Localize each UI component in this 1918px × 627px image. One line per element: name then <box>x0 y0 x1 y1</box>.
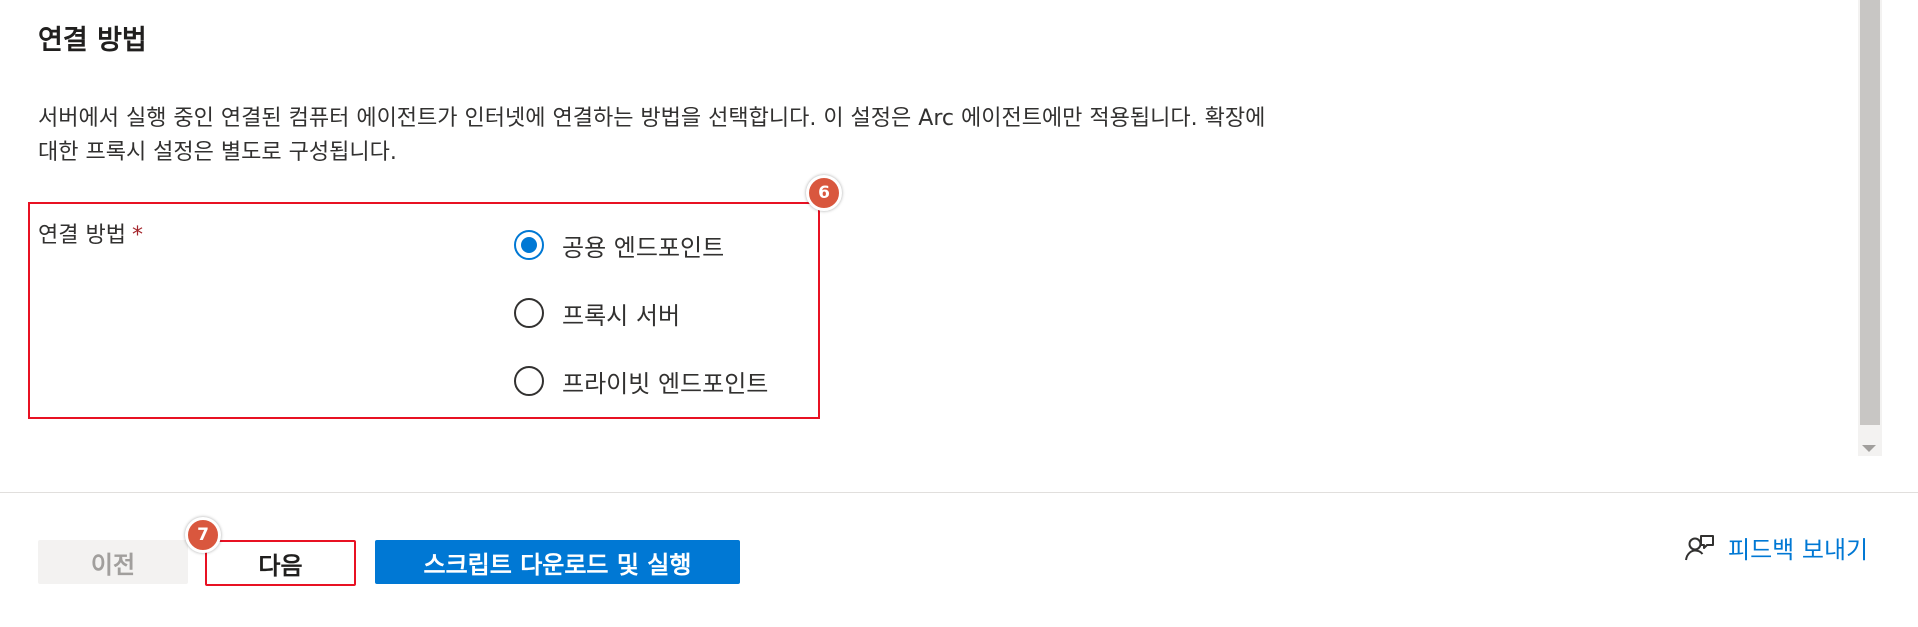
feedback-person-icon <box>1685 534 1714 560</box>
section-title: 연결 방법 <box>38 25 147 56</box>
radio-button-checked[interactable] <box>514 230 544 260</box>
scroll-down-arrow-icon[interactable] <box>1862 445 1876 452</box>
required-indicator: * <box>131 223 143 248</box>
radio-option-proxy-server[interactable]: 프록시 서버 <box>514 296 768 330</box>
radio-option-private-endpoint[interactable]: 프라이빗 엔드포인트 <box>514 364 768 398</box>
annotation-badge: 7 <box>185 517 221 553</box>
feedback-label: 피드백 보내기 <box>1728 536 1869 564</box>
radio-label: 공용 엔드포인트 <box>562 233 725 262</box>
radio-button[interactable] <box>514 366 544 396</box>
radio-label: 프록시 서버 <box>562 301 681 330</box>
scrollbar-thumb[interactable] <box>1860 0 1880 425</box>
connection-method-radio-group: 공용 엔드포인트 프록시 서버 프라이빗 엔드포인트 <box>514 228 768 432</box>
connection-method-label: 연결 방법 * <box>38 217 143 249</box>
description-line-1: 서버에서 실행 중인 연결된 컴퓨터 에이전트가 인터넷에 연결하는 방법을 선… <box>38 106 1266 131</box>
description-line-2: 대한 프록시 설정은 별도로 구성됩니다. <box>38 140 397 165</box>
radio-button[interactable] <box>514 298 544 328</box>
vertical-scrollbar[interactable] <box>1858 0 1882 456</box>
page: 연결 방법 서버에서 실행 중인 연결된 컴퓨터 에이전트가 인터넷에 연결하는… <box>0 0 1918 627</box>
radio-label: 프라이빗 엔드포인트 <box>562 369 769 398</box>
previous-button[interactable]: 이전 <box>38 540 188 584</box>
section-description: 서버에서 실행 중인 연결된 컴퓨터 에이전트가 인터넷에 연결하는 방법을 선… <box>38 102 1518 170</box>
download-and-run-script-button[interactable]: 스크립트 다운로드 및 실행 <box>375 540 740 584</box>
annotation-badge: 6 <box>806 175 842 211</box>
field-label-text: 연결 방법 <box>38 223 126 248</box>
next-button[interactable]: 다음 <box>205 540 356 586</box>
footer-divider <box>0 492 1918 493</box>
radio-option-public-endpoint[interactable]: 공용 엔드포인트 <box>514 228 768 262</box>
send-feedback-link[interactable]: 피드백 보내기 <box>1684 530 1868 565</box>
